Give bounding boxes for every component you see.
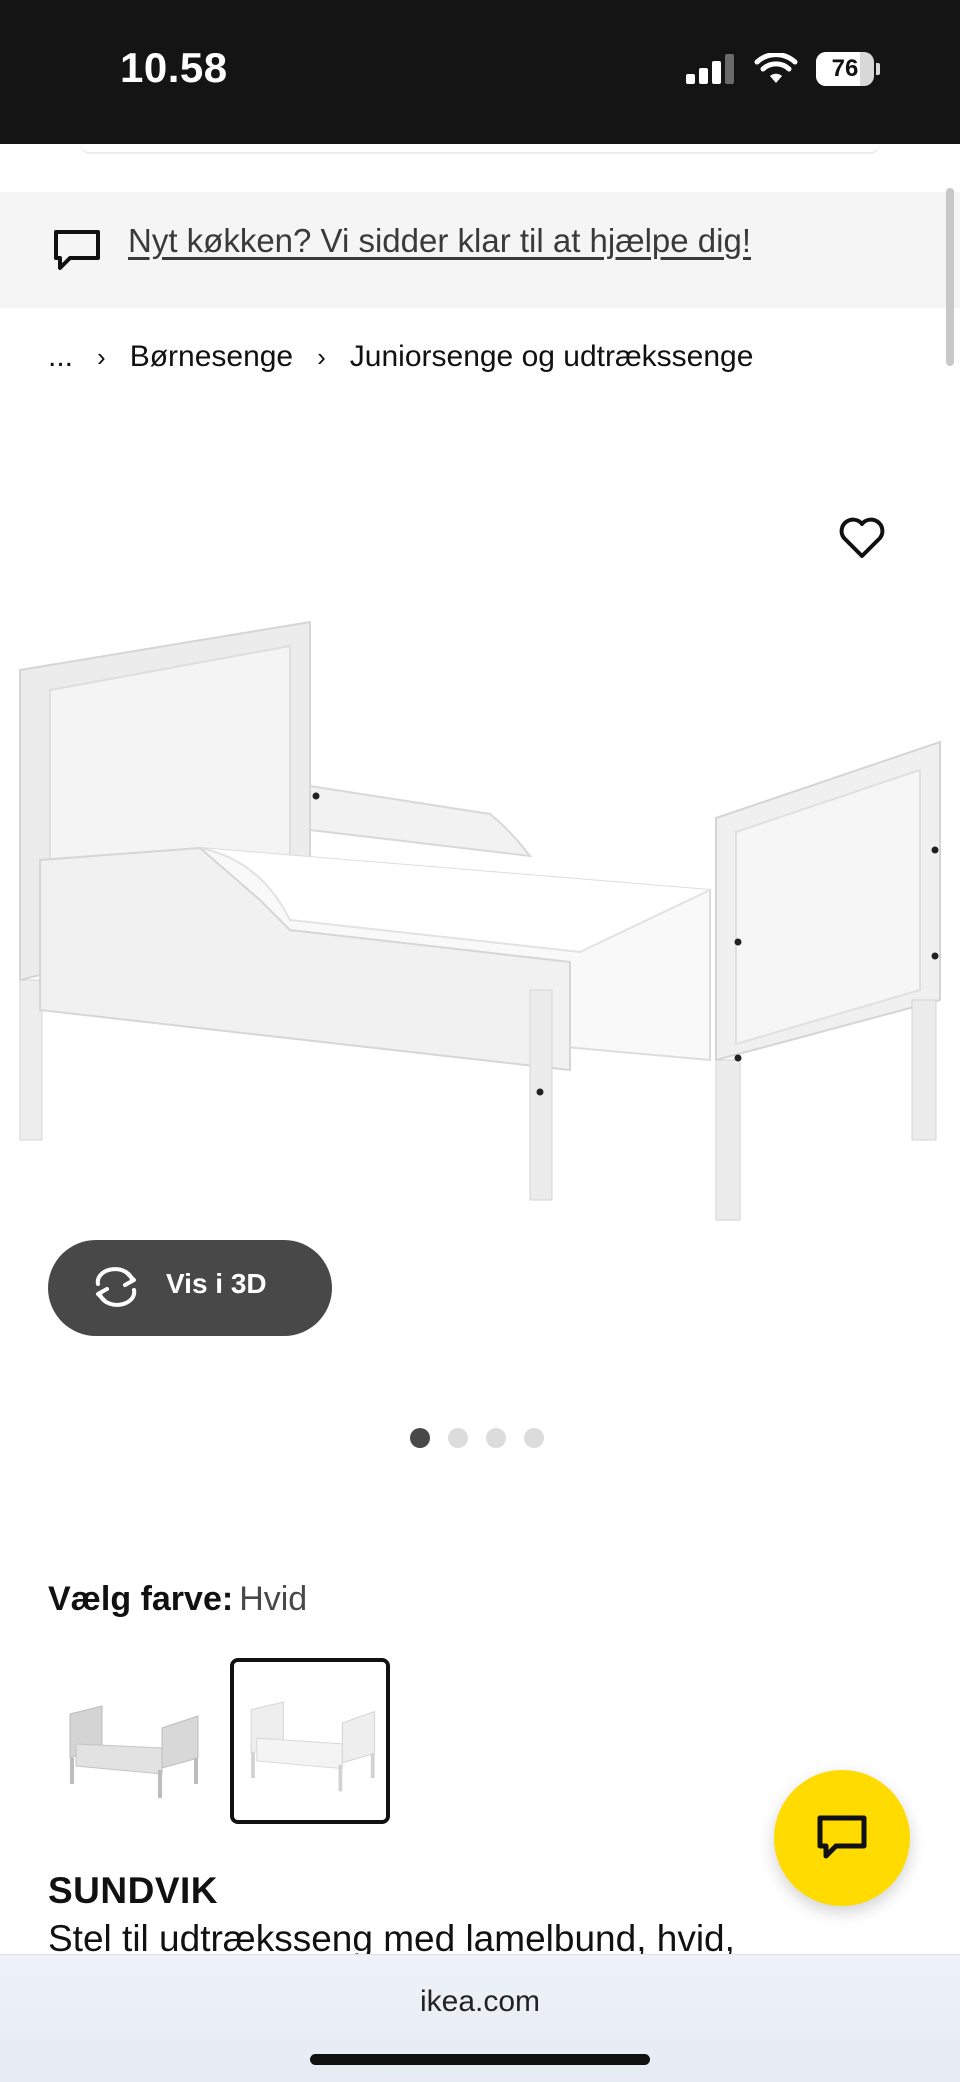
gallery-dot[interactable] bbox=[524, 1428, 544, 1448]
signal-icon bbox=[686, 54, 734, 84]
browser-url[interactable]: ikea.com bbox=[0, 1985, 960, 2019]
chevron-right-icon: › bbox=[97, 341, 106, 372]
battery-level: 76 bbox=[831, 55, 859, 82]
scrollbar[interactable] bbox=[946, 188, 954, 366]
battery-icon: 76 bbox=[816, 52, 874, 86]
chat-button[interactable] bbox=[774, 1770, 910, 1906]
gallery-dot[interactable] bbox=[448, 1428, 468, 1448]
chat-bubble-icon bbox=[54, 230, 100, 270]
heart-icon[interactable] bbox=[836, 512, 888, 564]
view-in-3d-button[interactable]: Vis i 3D bbox=[48, 1240, 332, 1336]
color-value: Hvid bbox=[239, 1580, 308, 1618]
home-indicator[interactable] bbox=[310, 2054, 650, 2065]
kitchen-help-banner[interactable]: Nyt køkken? Vi sidder klar til at hjælpe… bbox=[0, 192, 960, 308]
breadcrumb: ... › Børnesenge › Juniorsenge og udtræk… bbox=[48, 340, 753, 374]
color-swatch-gray-white[interactable] bbox=[52, 1658, 212, 1824]
wifi-icon bbox=[754, 53, 798, 83]
view-in-3d-label: Vis i 3D bbox=[166, 1268, 267, 1299]
color-label: Vælg farve: bbox=[48, 1580, 234, 1618]
product-image[interactable] bbox=[10, 600, 960, 1240]
rotate-icon bbox=[95, 1267, 137, 1307]
banner-link[interactable]: Nyt køkken? Vi sidder klar til at hjælpe… bbox=[128, 222, 751, 260]
gallery-dot[interactable] bbox=[486, 1428, 506, 1448]
gallery-pagination bbox=[410, 1428, 544, 1448]
search-bar-edge bbox=[80, 144, 880, 154]
product-name: SUNDVIK bbox=[48, 1870, 219, 1911]
breadcrumb-item-children-beds[interactable]: Børnesenge bbox=[130, 340, 293, 374]
browser-address-bar[interactable]: ikea.com bbox=[0, 1954, 960, 2082]
color-swatch-white[interactable] bbox=[230, 1658, 390, 1824]
chevron-right-icon: › bbox=[317, 341, 326, 372]
breadcrumb-ellipsis[interactable]: ... bbox=[48, 340, 73, 374]
status-icons: 76 bbox=[686, 52, 880, 86]
breadcrumb-item-junior-beds[interactable]: Juniorsenge og udtrækssenge bbox=[350, 340, 754, 374]
status-time: 10.58 bbox=[120, 44, 228, 91]
gallery-dot[interactable] bbox=[410, 1428, 430, 1448]
color-selector-heading: Vælg farve: Hvid bbox=[48, 1580, 307, 1619]
battery-cap bbox=[876, 63, 880, 75]
chat-icon bbox=[817, 1815, 867, 1859]
status-bar: 10.58 76 bbox=[0, 0, 960, 144]
